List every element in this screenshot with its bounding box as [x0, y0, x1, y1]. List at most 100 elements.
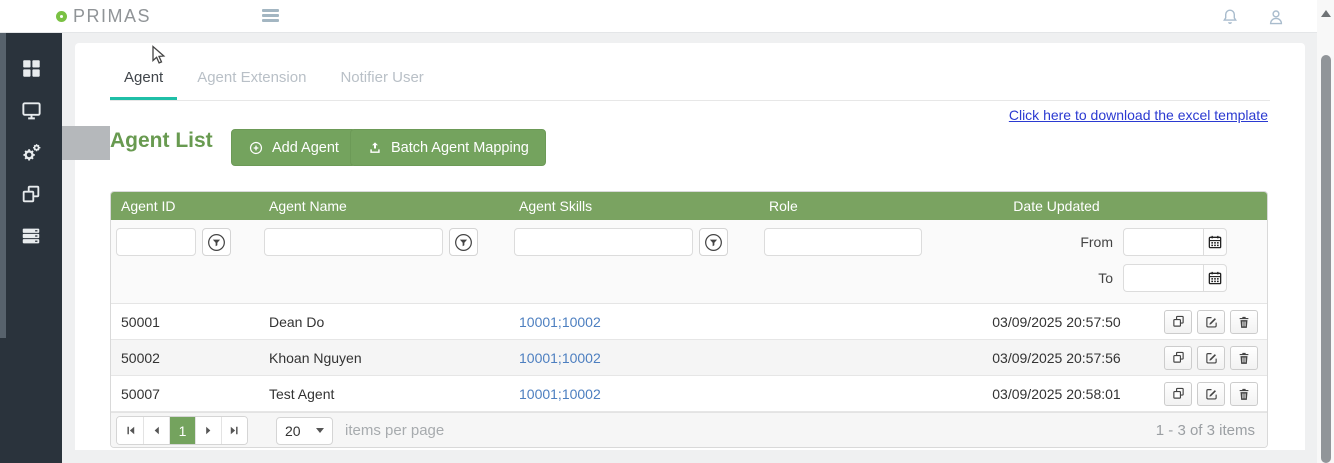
edit-pencil-icon — [1203, 313, 1220, 330]
agent-skills-filter-input[interactable] — [514, 228, 693, 256]
bell-icon — [1220, 7, 1240, 27]
page-title: Agent List — [110, 129, 213, 153]
copy-row-button[interactable] — [1164, 310, 1192, 334]
filter-funnel-icon — [206, 232, 227, 253]
agent-skills-link[interactable]: 10001;10002 — [519, 350, 601, 366]
sidebar-scrollbar-thumb[interactable] — [0, 33, 6, 338]
menu-toggle-icon[interactable] — [262, 9, 279, 25]
pager-page-1[interactable]: 1 — [169, 417, 195, 444]
filter-funnel-icon — [453, 232, 474, 253]
items-per-page-label: items per page — [345, 422, 444, 439]
pager-next-button[interactable] — [195, 417, 221, 444]
sidebar-item-servers[interactable] — [0, 215, 62, 257]
column-header-date-updated[interactable]: Date Updated — [959, 192, 1154, 220]
trash-icon — [1236, 386, 1252, 402]
page-scrollbar[interactable] — [1317, 0, 1334, 463]
last-page-icon — [228, 424, 241, 437]
page-size-select[interactable]: 20 — [276, 417, 333, 445]
table-row: 50007 Test Agent 10001;10002 03/09/2025 … — [111, 376, 1267, 412]
upload-icon — [367, 140, 383, 156]
tabstrip: Agent Agent Extension Notifier User — [110, 43, 1270, 101]
trash-icon — [1236, 314, 1252, 330]
agent-skills-filter-button[interactable] — [699, 228, 728, 256]
scrollbar-thumb[interactable] — [1321, 55, 1331, 463]
main-content-card: Agent Agent Extension Notifier User Clic… — [75, 43, 1305, 450]
copy-row-button[interactable] — [1164, 382, 1192, 406]
delete-row-button[interactable] — [1230, 310, 1258, 334]
notifications-button[interactable] — [1219, 6, 1241, 28]
delete-row-button[interactable] — [1230, 346, 1258, 370]
user-profile-button[interactable] — [1265, 6, 1287, 28]
server-stack-icon — [20, 225, 42, 247]
table-row: 50001 Dean Do 10001;10002 03/09/2025 20:… — [111, 304, 1267, 340]
sidebar-item-dashboard[interactable] — [0, 47, 62, 89]
first-page-icon — [124, 424, 137, 437]
edit-pencil-icon — [1203, 349, 1220, 366]
tab-notifier-user[interactable]: Notifier User — [326, 60, 437, 100]
sidebar-item-windows[interactable] — [0, 173, 62, 215]
primas-logo: PRIMAS — [56, 6, 151, 27]
panel-collapse-handle[interactable] — [62, 126, 110, 160]
agent-skills-link[interactable]: 10001;10002 — [519, 314, 601, 330]
column-header-agent-name[interactable]: Agent Name — [259, 192, 509, 220]
edit-row-button[interactable] — [1197, 346, 1225, 370]
calendar-icon — [1207, 270, 1223, 286]
date-to-calendar-button[interactable] — [1203, 264, 1227, 292]
cell-date-updated: 03/09/2025 20:57:50 — [959, 304, 1154, 339]
pager-range-label: 1 - 3 of 3 items — [1156, 422, 1255, 439]
agent-name-filter-input[interactable] — [264, 228, 443, 256]
tab-agent[interactable]: Agent — [110, 60, 177, 100]
edit-pencil-icon — [1203, 385, 1220, 402]
date-from-input[interactable] — [1123, 228, 1203, 256]
delete-row-button[interactable] — [1230, 382, 1258, 406]
copy-icon — [1170, 385, 1187, 402]
agent-skills-link[interactable]: 10001;10002 — [519, 386, 601, 402]
sidebar-item-monitor[interactable] — [0, 89, 62, 131]
top-header-bar: PRIMAS — [0, 0, 1317, 33]
add-agent-label: Add Agent — [272, 140, 339, 156]
overlap-squares-icon — [20, 183, 42, 205]
edit-row-button[interactable] — [1197, 382, 1225, 406]
agent-id-filter-input[interactable] — [116, 228, 196, 256]
date-to-input[interactable] — [1123, 264, 1203, 292]
add-agent-button[interactable]: Add Agent — [231, 129, 356, 166]
edit-row-button[interactable] — [1197, 310, 1225, 334]
table-row: 50002 Khoan Nguyen 10001;10002 03/09/202… — [111, 340, 1267, 376]
table-pager: 1 20 items per page 1 - — [111, 412, 1267, 448]
cell-role — [759, 376, 959, 411]
batch-agent-mapping-label: Batch Agent Mapping — [391, 140, 529, 156]
download-excel-template-link[interactable]: Click here to download the excel templat… — [1009, 107, 1268, 123]
primas-logo-icon — [56, 11, 67, 22]
calendar-icon — [1207, 234, 1223, 250]
to-label: To — [1098, 270, 1113, 286]
copy-icon — [1170, 349, 1187, 366]
chevron-down-icon — [316, 428, 324, 433]
agent-id-filter-button[interactable] — [202, 228, 231, 256]
table-filter-row: From — [111, 220, 1267, 304]
batch-agent-mapping-button[interactable]: Batch Agent Mapping — [350, 129, 546, 166]
cell-agent-id: 50002 — [111, 340, 259, 375]
cell-agent-id: 50007 — [111, 376, 259, 411]
copy-row-button[interactable] — [1164, 346, 1192, 370]
column-header-actions — [1154, 192, 1267, 220]
scrollbar-up-arrow-icon[interactable] — [1321, 10, 1331, 17]
next-page-icon — [202, 424, 215, 437]
cell-date-updated: 03/09/2025 20:57:56 — [959, 340, 1154, 375]
agent-name-filter-button[interactable] — [449, 228, 478, 256]
dashboard-grid-icon — [20, 57, 42, 79]
sidebar-item-settings[interactable] — [0, 131, 62, 173]
column-header-agent-id[interactable]: Agent ID — [111, 192, 259, 220]
gears-icon — [20, 141, 43, 164]
column-header-agent-skills[interactable]: Agent Skills — [509, 192, 759, 220]
role-filter-input[interactable] — [764, 228, 922, 256]
pager-prev-button[interactable] — [143, 417, 169, 444]
person-icon — [1266, 7, 1286, 27]
date-filter-group: From — [959, 220, 1267, 303]
prev-page-icon — [150, 424, 163, 437]
date-from-calendar-button[interactable] — [1203, 228, 1227, 256]
column-header-role[interactable]: Role — [759, 192, 959, 220]
tab-agent-extension[interactable]: Agent Extension — [183, 60, 320, 100]
cell-agent-name: Dean Do — [259, 304, 509, 339]
pager-last-button[interactable] — [221, 417, 247, 444]
pager-first-button[interactable] — [117, 417, 143, 444]
